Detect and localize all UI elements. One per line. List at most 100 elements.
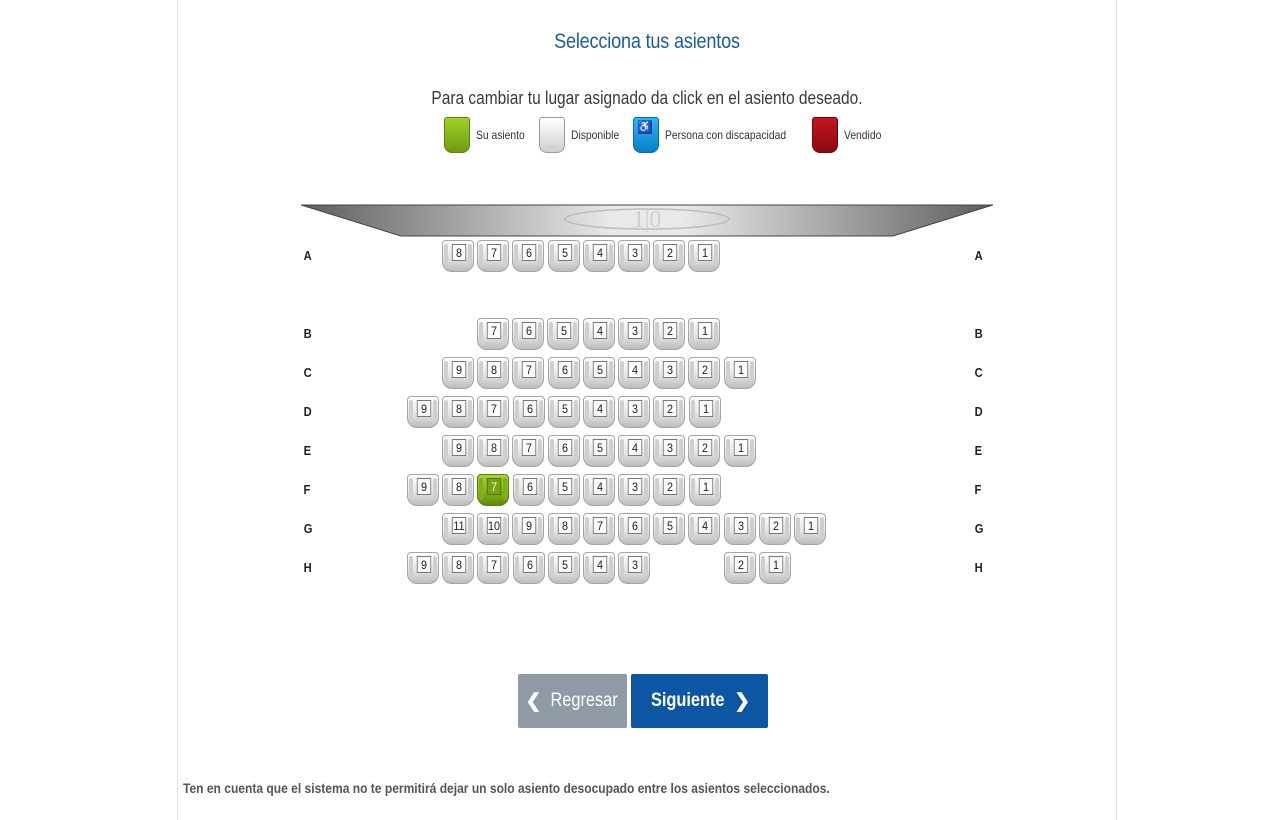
seat-number: 4 (592, 478, 608, 495)
legend-available-seat-icon (538, 117, 565, 153)
seat-g-3[interactable]: 3 (724, 513, 756, 545)
seat-c-3[interactable]: 3 (653, 357, 685, 389)
seat-g-11[interactable]: 11 (442, 513, 474, 545)
seat-f-8[interactable]: 8 (442, 474, 474, 506)
seat-d-5[interactable]: 5 (548, 396, 580, 428)
seat-number: 4 (592, 400, 608, 417)
seat-g-2[interactable]: 2 (759, 513, 791, 545)
seat-e-5[interactable]: 5 (583, 435, 615, 467)
seat-number: 2 (768, 517, 784, 534)
seat-h-1[interactable]: 1 (759, 552, 791, 584)
seat-c-9[interactable]: 9 (442, 357, 474, 389)
seat-number: 1 (733, 361, 749, 378)
seat-number: 5 (557, 244, 573, 261)
seat-b-1[interactable]: 1 (688, 318, 720, 350)
seat-d-7[interactable]: 7 (477, 396, 509, 428)
seat-number: 5 (557, 478, 573, 495)
seat-e-1[interactable]: 1 (724, 435, 756, 467)
seat-e-4[interactable]: 4 (618, 435, 650, 467)
back-button[interactable]: ❮ Regresar (518, 674, 627, 728)
row-label-f-right: F (974, 482, 982, 497)
seat-e-2[interactable]: 2 (688, 435, 720, 467)
seat-d-9[interactable]: 9 (407, 396, 439, 428)
seat-legend: Su asiento Disponible ♿ Persona con disc… (444, 116, 893, 154)
seat-b-5[interactable]: 5 (547, 318, 579, 350)
seat-g-8[interactable]: 8 (548, 513, 580, 545)
row-label-e-right: E (974, 443, 983, 458)
seat-e-6[interactable]: 6 (548, 435, 580, 467)
seat-number: 7 (486, 322, 502, 339)
seat-b-4[interactable]: 4 (583, 318, 615, 350)
seat-f-9[interactable]: 9 (407, 474, 439, 506)
seat-c-1[interactable]: 1 (724, 357, 756, 389)
seat-h-2[interactable]: 2 (724, 552, 756, 584)
seat-g-6[interactable]: 6 (618, 513, 650, 545)
seat-number: 5 (662, 517, 678, 534)
seat-h-7[interactable]: 7 (477, 552, 509, 584)
seat-c-8[interactable]: 8 (477, 357, 509, 389)
seat-e-3[interactable]: 3 (653, 435, 685, 467)
seat-g-5[interactable]: 5 (653, 513, 685, 545)
row-label-g-right: G (974, 521, 984, 536)
seat-f-1[interactable]: 1 (689, 474, 721, 506)
seat-a-4[interactable]: 4 (583, 240, 615, 272)
seat-c-6[interactable]: 6 (548, 357, 580, 389)
seat-b-2[interactable]: 2 (653, 318, 685, 350)
seat-d-3[interactable]: 3 (618, 396, 650, 428)
seat-number: 7 (592, 517, 608, 534)
seat-d-4[interactable]: 4 (583, 396, 615, 428)
legend-selected-seat-icon (444, 117, 470, 153)
seat-number: 6 (521, 322, 537, 339)
seat-f-6[interactable]: 6 (513, 474, 545, 506)
legend-accessible-label: Persona con discapacidad (664, 128, 786, 142)
seat-number: 9 (521, 517, 537, 534)
seat-d-1[interactable]: 1 (689, 396, 721, 428)
seat-e-7[interactable]: 7 (512, 435, 544, 467)
seat-c-7[interactable]: 7 (512, 357, 544, 389)
seat-a-8[interactable]: 8 (442, 240, 474, 272)
seat-rule-note: Ten en cuenta que el sistema no te permi… (183, 780, 830, 796)
seat-b-3[interactable]: 3 (618, 318, 650, 350)
seat-a-3[interactable]: 3 (618, 240, 650, 272)
next-button[interactable]: Siguiente ❯ (631, 674, 768, 728)
seat-a-5[interactable]: 5 (548, 240, 580, 272)
seat-g-10[interactable]: 10 (477, 513, 509, 545)
seat-h-4[interactable]: 4 (583, 552, 615, 584)
seat-g-7[interactable]: 7 (583, 513, 615, 545)
seat-a-1[interactable]: 1 (688, 240, 720, 272)
seat-b-6[interactable]: 6 (512, 318, 544, 350)
seat-number: 3 (662, 361, 678, 378)
seat-h-5[interactable]: 5 (548, 552, 580, 584)
seat-g-9[interactable]: 9 (512, 513, 544, 545)
seat-a-2[interactable]: 2 (653, 240, 685, 272)
legend-sold-label: Vendido (843, 128, 881, 142)
seat-h-9[interactable]: 9 (407, 552, 439, 584)
seat-d-6[interactable]: 6 (513, 396, 545, 428)
seat-f-3[interactable]: 3 (618, 474, 650, 506)
seat-d-2[interactable]: 2 (653, 396, 685, 428)
seat-number: 4 (592, 244, 608, 261)
seat-a-6[interactable]: 6 (512, 240, 544, 272)
seat-h-3[interactable]: 3 (618, 552, 650, 584)
seat-g-4[interactable]: 4 (688, 513, 720, 545)
seat-c-4[interactable]: 4 (618, 357, 650, 389)
seat-b-7[interactable]: 7 (477, 318, 509, 350)
seat-f-2[interactable]: 2 (653, 474, 685, 506)
seat-f-7[interactable]: 7 (477, 474, 509, 506)
seat-f-5[interactable]: 5 (548, 474, 580, 506)
seat-c-2[interactable]: 2 (688, 357, 720, 389)
seat-number: 4 (627, 361, 643, 378)
seat-e-9[interactable]: 9 (442, 435, 474, 467)
row-label-a-right: A (974, 248, 983, 263)
seat-f-4[interactable]: 4 (583, 474, 615, 506)
seat-e-8[interactable]: 8 (477, 435, 509, 467)
seat-h-6[interactable]: 6 (513, 552, 545, 584)
seat-g-1[interactable]: 1 (794, 513, 826, 545)
seat-d-8[interactable]: 8 (442, 396, 474, 428)
seat-a-7[interactable]: 7 (477, 240, 509, 272)
seat-h-8[interactable]: 8 (442, 552, 474, 584)
seat-number: 3 (627, 556, 643, 573)
seat-number: 10 (486, 517, 502, 534)
seat-c-5[interactable]: 5 (583, 357, 615, 389)
row-label-c-left: C (303, 365, 312, 380)
